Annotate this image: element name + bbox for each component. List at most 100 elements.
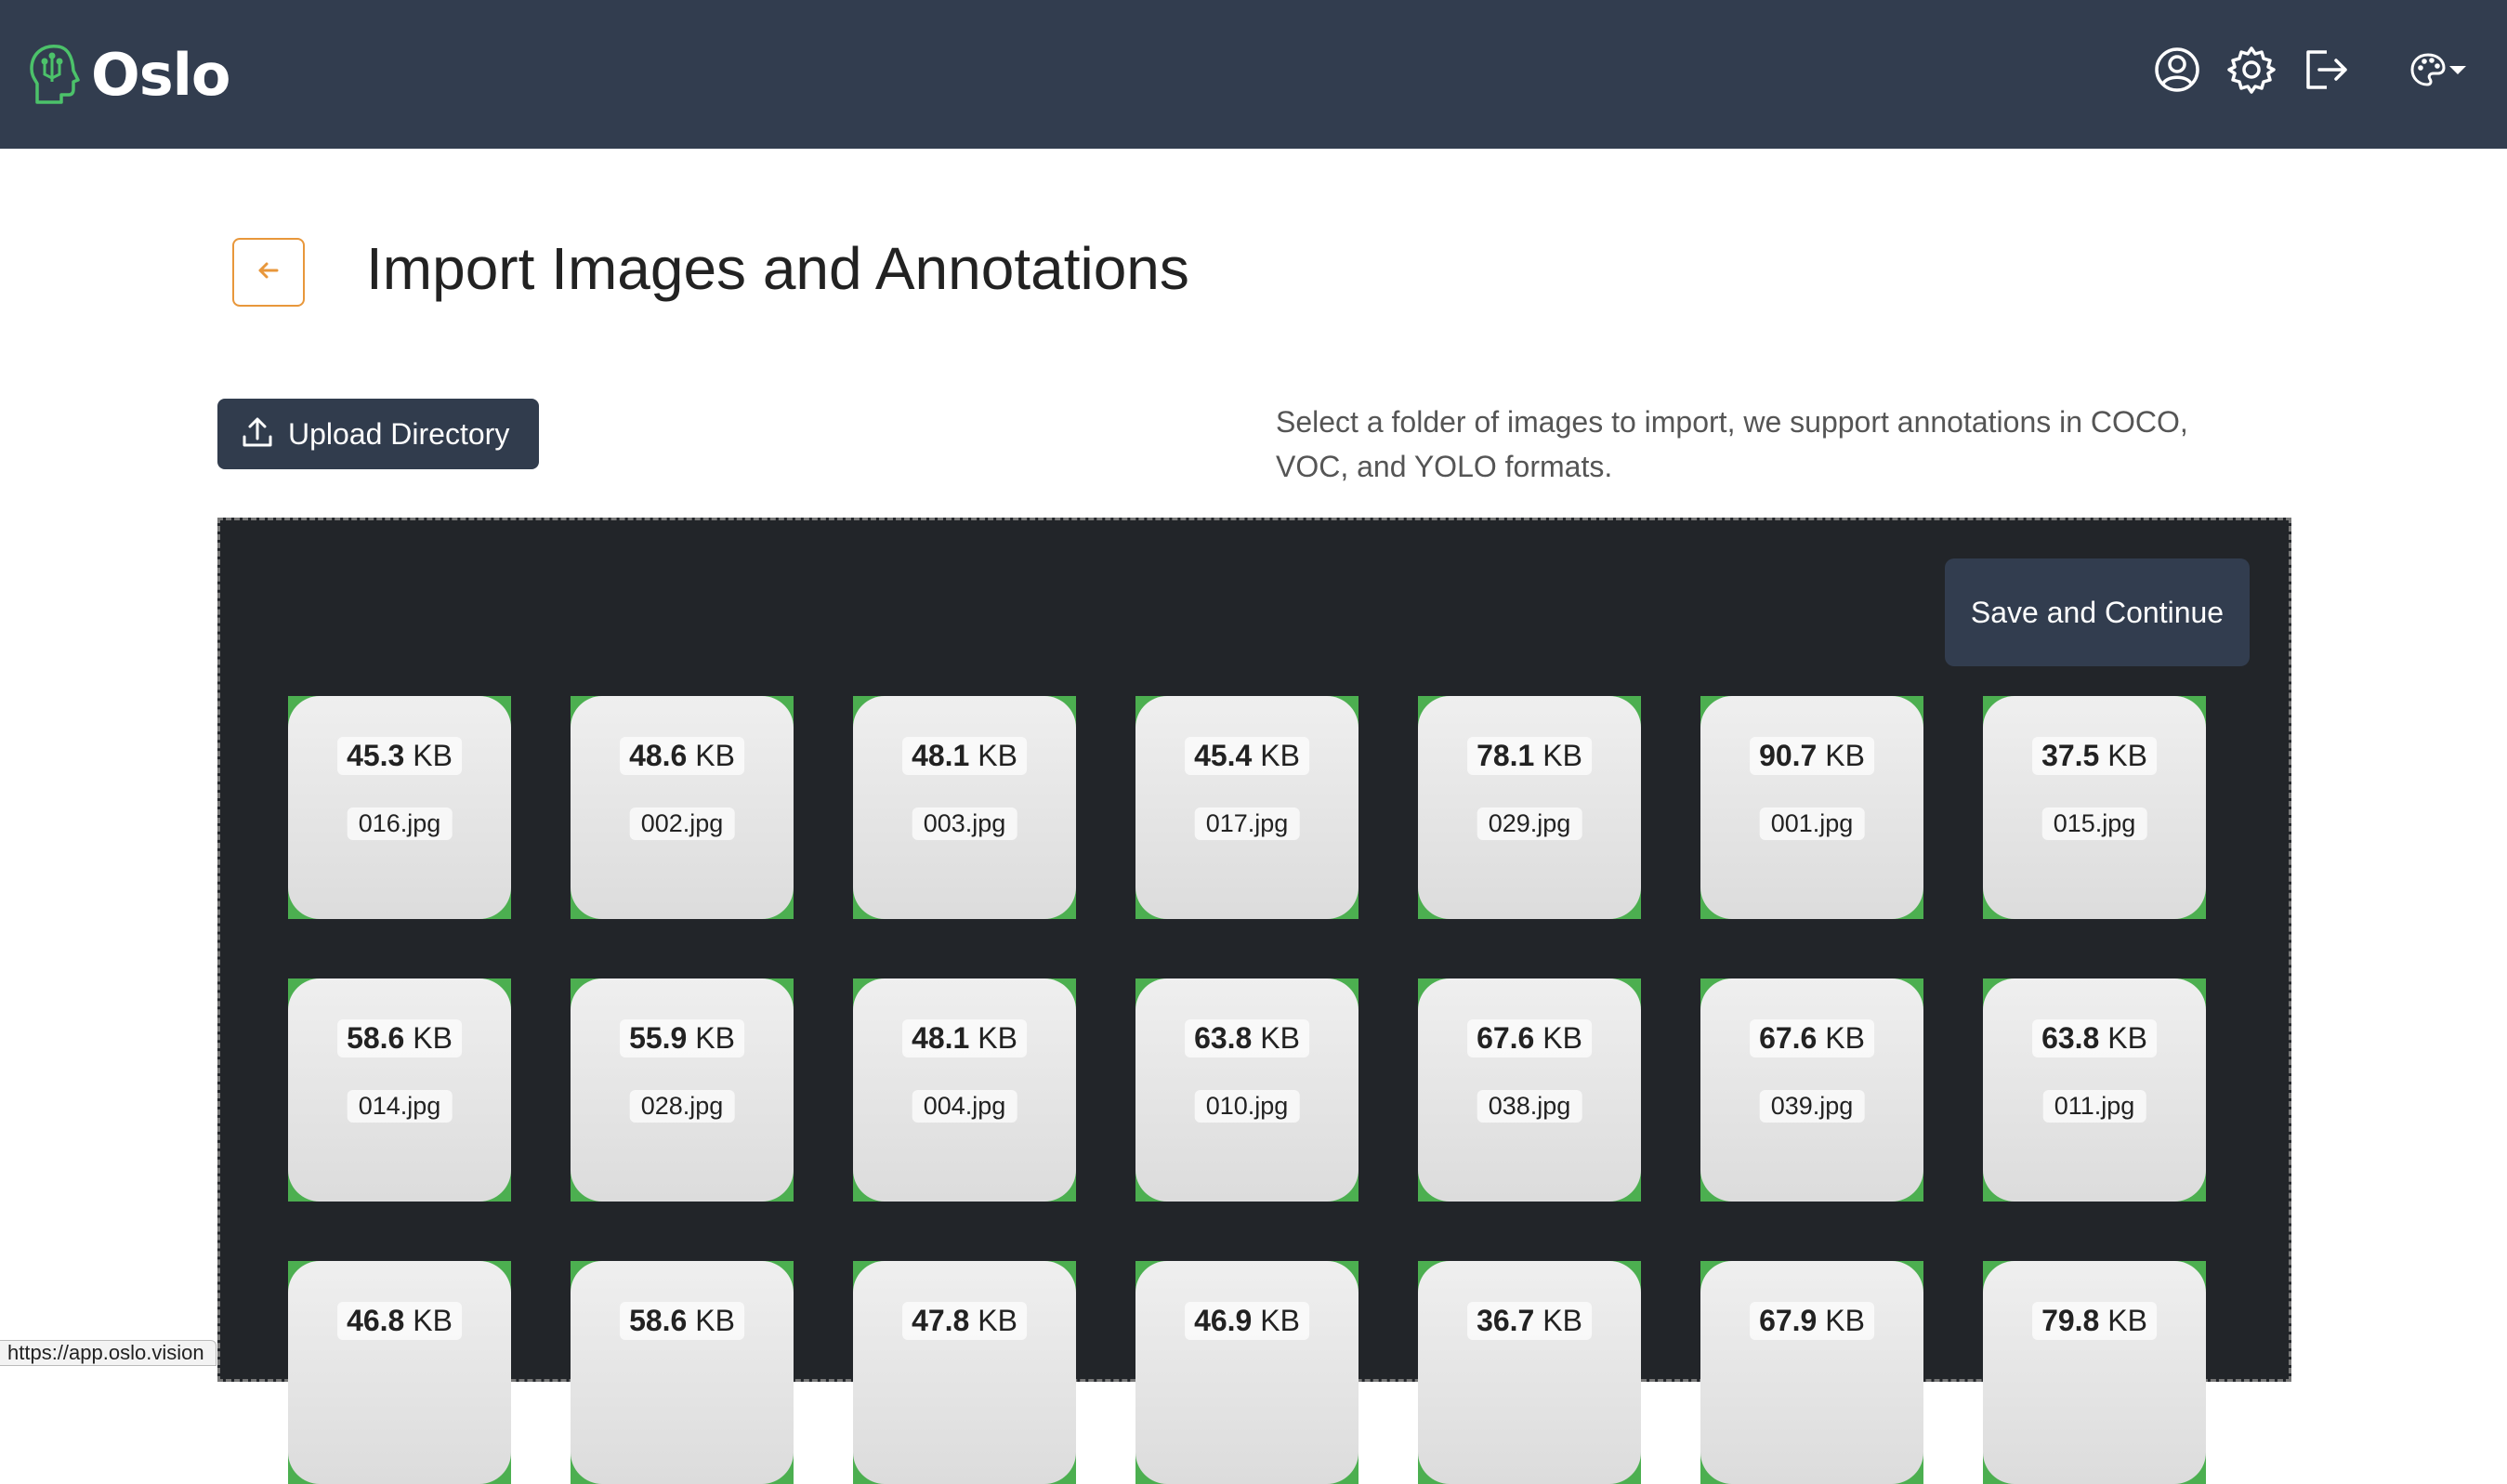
thumbnail-card: 45.4 KB 017.jpg [1135, 696, 1359, 919]
file-size-value: 46.9 [1194, 1304, 1253, 1337]
file-size-unit: KB [413, 1304, 453, 1337]
file-size-value: 79.8 [2041, 1304, 2100, 1337]
file-thumbnail[interactable]: 63.8 KB 010.jpg [1135, 978, 1359, 1202]
file-thumbnail[interactable]: 48.1 KB 003.jpg [853, 696, 1076, 919]
file-name: 038.jpg [1477, 1090, 1582, 1123]
file-size: 46.8 KB [337, 1302, 462, 1340]
file-size-value: 63.8 [1194, 1021, 1253, 1055]
file-name: 003.jpg [912, 808, 1017, 840]
file-thumbnail[interactable]: 55.9 KB 028.jpg [571, 978, 794, 1202]
upload-directory-label: Upload Directory [288, 416, 510, 451]
top-navbar: Oslo [0, 0, 2507, 149]
file-size-value: 58.6 [347, 1021, 405, 1055]
save-and-continue-button[interactable]: Save and Continue [1945, 558, 2250, 666]
user-circle-icon[interactable] [2150, 43, 2204, 97]
file-thumbnail[interactable]: 67.6 KB 038.jpg [1418, 978, 1641, 1202]
file-size-value: 78.1 [1477, 739, 1535, 772]
import-description: Select a folder of images to import, we … [1276, 405, 2188, 483]
file-size-value: 55.9 [629, 1021, 688, 1055]
file-thumbnail[interactable]: 48.1 KB 004.jpg [853, 978, 1076, 1202]
file-name: 015.jpg [2041, 808, 2147, 840]
file-thumbnail[interactable]: 47.8 KB [853, 1261, 1076, 1484]
file-size-unit: KB [978, 1304, 1017, 1337]
file-thumbnail[interactable]: 46.9 KB [1135, 1261, 1359, 1484]
status-bar-url: https://app.oslo.vision [0, 1340, 217, 1366]
gear-icon[interactable] [2225, 43, 2278, 97]
file-size: 78.1 KB [1467, 737, 1592, 775]
file-size-unit: KB [2107, 1021, 2147, 1055]
brand-name: Oslo [91, 40, 230, 109]
file-size-value: 45.4 [1194, 739, 1253, 772]
file-size: 47.8 KB [902, 1302, 1027, 1340]
file-size-unit: KB [1825, 739, 1865, 772]
file-thumbnail[interactable]: 45.4 KB 017.jpg [1135, 696, 1359, 919]
file-size-unit: KB [1542, 739, 1582, 772]
file-thumbnail[interactable]: 36.7 KB [1418, 1261, 1641, 1484]
thumbnail-card: 48.6 KB 002.jpg [571, 696, 794, 919]
file-thumbnail[interactable]: 46.8 KB [288, 1261, 511, 1484]
file-size: 58.6 KB [620, 1302, 744, 1340]
thumbnail-card: 48.1 KB 003.jpg [853, 696, 1076, 919]
file-size-value: 90.7 [1759, 739, 1818, 772]
file-name: 002.jpg [629, 808, 735, 840]
file-size-unit: KB [1260, 1304, 1300, 1337]
file-size-value: 48.1 [912, 739, 970, 772]
file-size-unit: KB [695, 1021, 735, 1055]
thumbnail-card: 45.3 KB 016.jpg [288, 696, 511, 919]
file-thumbnail[interactable]: 79.8 KB [1983, 1261, 2206, 1484]
thumbnail-card: 67.6 KB 038.jpg [1418, 978, 1641, 1202]
file-size-unit: KB [1260, 1021, 1300, 1055]
file-size-value: 63.8 [2041, 1021, 2100, 1055]
file-thumbnail[interactable]: 58.6 KB [571, 1261, 794, 1484]
file-size: 67.9 KB [1750, 1302, 1874, 1340]
thumbnail-card: 67.9 KB [1700, 1261, 1923, 1484]
file-size: 45.4 KB [1185, 737, 1309, 775]
file-size-unit: KB [1825, 1021, 1865, 1055]
file-size-unit: KB [413, 1021, 453, 1055]
back-button[interactable] [232, 238, 305, 307]
caret-down-icon[interactable] [2444, 43, 2472, 97]
file-size-value: 36.7 [1477, 1304, 1535, 1337]
file-thumbnail[interactable]: 37.5 KB 015.jpg [1983, 696, 2206, 919]
file-thumbnail[interactable]: 90.7 KB 001.jpg [1700, 696, 1923, 919]
file-name: 014.jpg [347, 1090, 453, 1123]
file-size: 48.6 KB [620, 737, 744, 775]
file-thumbnail[interactable]: 67.6 KB 039.jpg [1700, 978, 1923, 1202]
file-thumbnail[interactable]: 63.8 KB 011.jpg [1983, 978, 2206, 1202]
brand[interactable]: Oslo [24, 37, 230, 112]
file-name: 017.jpg [1194, 808, 1300, 840]
file-size: 37.5 KB [2032, 737, 2157, 775]
file-name: 028.jpg [629, 1090, 735, 1123]
file-thumbnail[interactable]: 78.1 KB 029.jpg [1418, 696, 1641, 919]
file-size: 45.3 KB [337, 737, 462, 775]
file-thumbnail[interactable]: 67.9 KB [1700, 1261, 1923, 1484]
file-size: 67.6 KB [1750, 1019, 1874, 1057]
file-size: 63.8 KB [2032, 1019, 2157, 1057]
thumbnail-card: 48.1 KB 004.jpg [853, 978, 1076, 1202]
file-size-unit: KB [1260, 739, 1300, 772]
thumbnail-card: 36.7 KB [1418, 1261, 1641, 1484]
file-size-unit: KB [978, 1021, 1017, 1055]
thumbnail-card: 37.5 KB 015.jpg [1983, 696, 2206, 919]
file-thumbnail[interactable]: 48.6 KB 002.jpg [571, 696, 794, 919]
file-size: 79.8 KB [2032, 1302, 2157, 1340]
file-size-unit: KB [413, 739, 453, 772]
file-thumbnail[interactable]: 45.3 KB 016.jpg [288, 696, 511, 919]
file-size: 63.8 KB [1185, 1019, 1309, 1057]
logout-icon[interactable] [2299, 43, 2353, 97]
file-name: 004.jpg [912, 1090, 1017, 1123]
file-size-value: 48.6 [629, 739, 688, 772]
upload-icon [240, 414, 288, 454]
brain-head-logo-icon [24, 41, 82, 108]
thumbnail-card: 67.6 KB 039.jpg [1700, 978, 1923, 1202]
thumbnail-card: 78.1 KB 029.jpg [1418, 696, 1641, 919]
thumbnail-card: 58.6 KB [571, 1261, 794, 1484]
file-size: 36.7 KB [1467, 1302, 1592, 1340]
file-size-unit: KB [695, 739, 735, 772]
thumbnail-card: 47.8 KB [853, 1261, 1076, 1484]
file-thumbnail[interactable]: 58.6 KB 014.jpg [288, 978, 511, 1202]
thumbnail-card: 46.8 KB [288, 1261, 511, 1484]
upload-directory-button[interactable]: Upload Directory [217, 399, 539, 469]
file-name: 011.jpg [2042, 1090, 2146, 1123]
file-size: 48.1 KB [902, 737, 1027, 775]
